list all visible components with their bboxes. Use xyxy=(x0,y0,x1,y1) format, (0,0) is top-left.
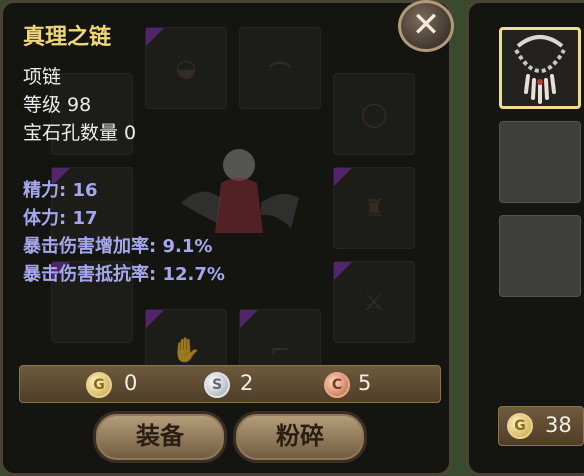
stat-crit-damage-increase: 暴击伤害增加率: 9.1% xyxy=(23,236,213,257)
copper-coin-icon: C xyxy=(324,372,350,398)
gold-coin-icon: G xyxy=(86,372,112,398)
stat-stamina: 体力: 17 xyxy=(23,208,98,229)
helmet-icon: ◒ xyxy=(175,54,197,82)
necklace-icon: ⌒ xyxy=(268,60,292,88)
inventory-slot-3[interactable] xyxy=(499,215,581,297)
inventory-slot-necklace[interactable] xyxy=(499,27,581,109)
side-gold-amount: 38 xyxy=(545,413,572,437)
item-detail-panel: ◒ ⌒ ◯ ♜ ⚔ ✋ ⌐ 真理之链 项链 等级 98 宝石孔数量 0 精力: … xyxy=(0,0,452,476)
inventory-side-panel xyxy=(466,0,584,476)
inventory-slot-2[interactable] xyxy=(499,121,581,203)
item-type: 项链 xyxy=(23,66,62,88)
armor-icon: ♜ xyxy=(363,194,385,222)
item-gem-slots: 宝石孔数量 0 xyxy=(23,122,137,144)
smash-button[interactable]: 粉碎 xyxy=(233,411,367,463)
side-money-bar: G 38 xyxy=(498,406,584,446)
cost-bar: G 0 S 2 C 5 xyxy=(19,365,441,403)
ring-icon: ◯ xyxy=(360,100,388,128)
item-level: 等级 98 xyxy=(23,94,92,116)
gloves-icon: ✋ xyxy=(171,336,201,364)
close-button[interactable]: ✕ xyxy=(398,0,454,52)
necklace-icon xyxy=(514,35,566,104)
equip-slot-necklace[interactable]: ⌒ xyxy=(239,27,321,109)
stat-energy: 精力: 16 xyxy=(23,180,98,201)
boots-icon: ⌐ xyxy=(269,336,291,364)
cost-copper: 5 xyxy=(358,371,372,395)
equip-button[interactable]: 装备 xyxy=(93,411,227,463)
equip-slot-weapon[interactable]: ⚔ xyxy=(333,261,415,343)
gold-coin-icon: G xyxy=(507,413,533,439)
equip-slot-helmet[interactable]: ◒ xyxy=(145,27,227,109)
cost-silver: 2 xyxy=(240,371,254,395)
sword-icon: ⚔ xyxy=(363,288,385,316)
equip-slot-ring[interactable]: ◯ xyxy=(333,73,415,155)
item-name: 真理之链 xyxy=(23,25,112,50)
equip-slot-armor[interactable]: ♜ xyxy=(333,167,415,249)
cost-gold: 0 xyxy=(124,371,138,395)
stat-crit-damage-resist: 暴击伤害抵抗率: 12.7% xyxy=(23,264,225,285)
silver-coin-icon: S xyxy=(204,372,230,398)
